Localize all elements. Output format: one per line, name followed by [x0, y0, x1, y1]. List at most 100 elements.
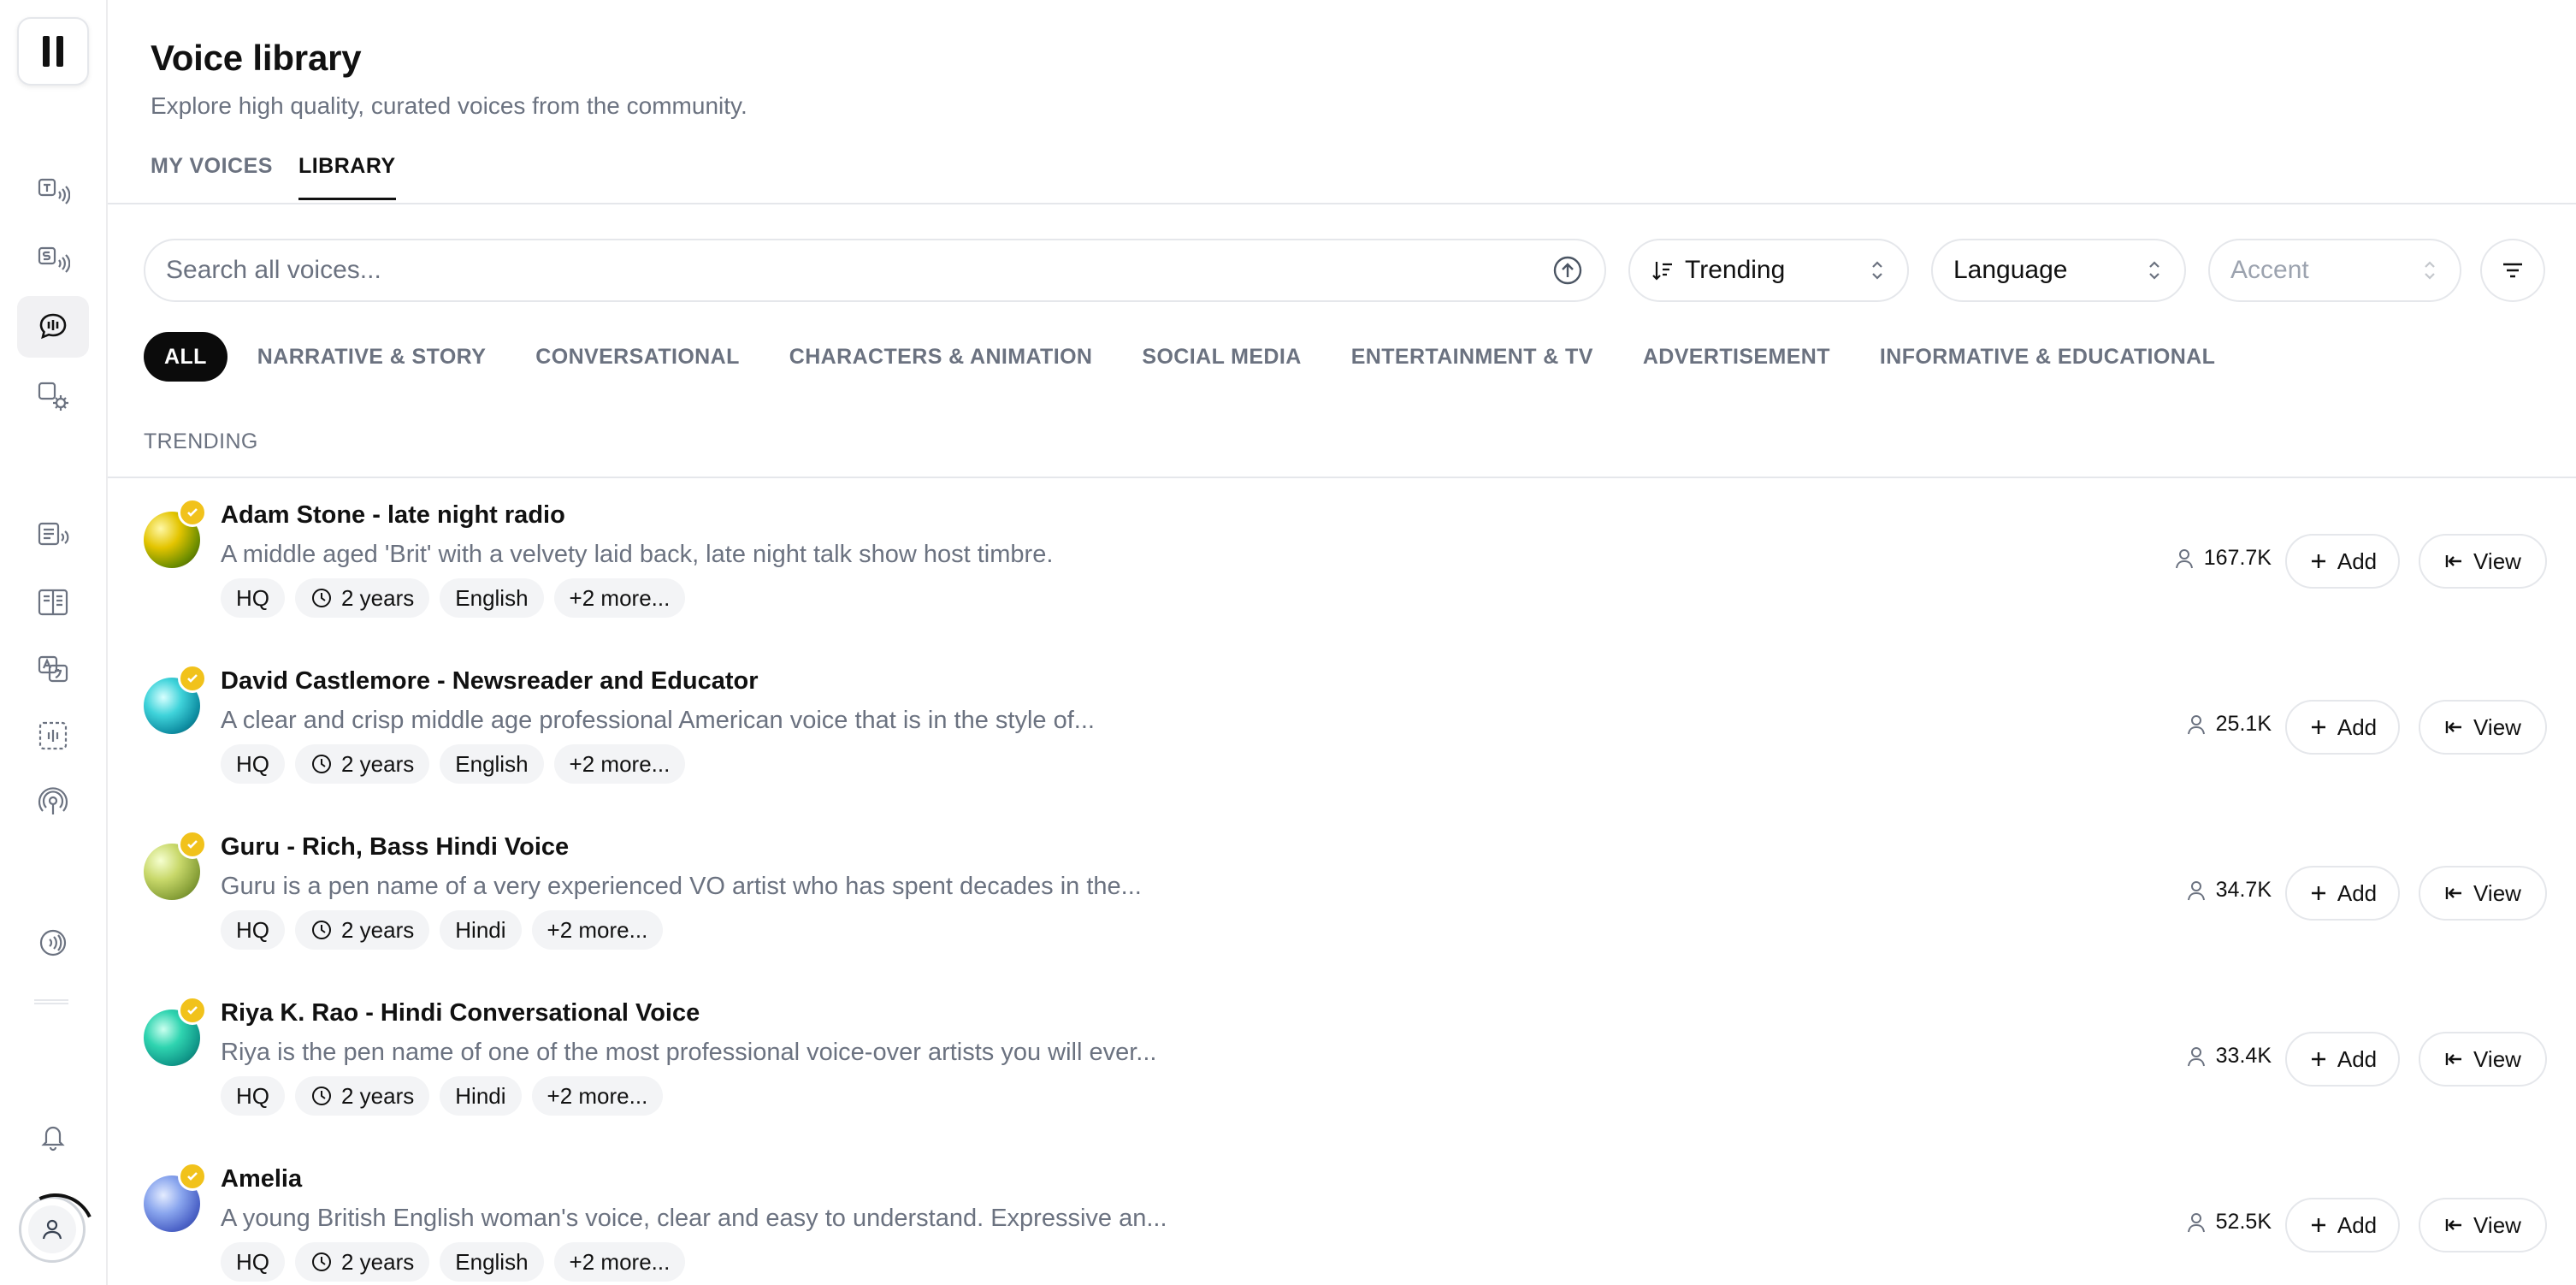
view-label: View — [2473, 1045, 2521, 1072]
add-label: Add — [2337, 548, 2378, 574]
more-tags[interactable]: +2 more... — [531, 910, 664, 950]
projects-icon[interactable] — [17, 505, 89, 566]
tab-library[interactable]: LIBRARY — [298, 154, 396, 200]
age-tag: 2 years — [295, 744, 430, 784]
accent-select[interactable]: Accent — [2208, 239, 2461, 302]
language-tag: English — [440, 1242, 544, 1282]
add-label: Add — [2337, 714, 2378, 740]
add-voice-button[interactable]: Add — [2285, 1032, 2400, 1087]
usage-count-value: 25.1K — [2215, 712, 2272, 736]
quality-tag: HQ — [221, 744, 285, 784]
usage-count-value: 33.4K — [2215, 1044, 2272, 1068]
tab-my-voices[interactable]: MY VOICES — [151, 154, 273, 200]
voice-isolator-icon[interactable] — [17, 705, 89, 767]
section-divider — [108, 477, 2576, 478]
view-voice-button[interactable]: View — [2419, 1032, 2547, 1087]
view-label: View — [2473, 879, 2521, 906]
dubbing-icon[interactable] — [17, 638, 89, 700]
voice-row[interactable]: Amelia A young British English woman's v… — [144, 1150, 2547, 1285]
app-logo[interactable] — [17, 17, 89, 86]
view-voice-button[interactable]: View — [2419, 534, 2547, 589]
section-label: TRENDING — [144, 429, 258, 453]
quality-tag: HQ — [221, 910, 285, 950]
voice-tags: HQ 2 years English +2 more... — [221, 1242, 686, 1282]
add-voice-button[interactable]: Add — [2285, 534, 2400, 589]
category-entertainment-tv[interactable]: ENTERTAINMENT & TV — [1326, 332, 1618, 382]
view-voice-button[interactable]: View — [2419, 1198, 2547, 1252]
chevron-updown-icon — [2425, 261, 2435, 280]
open-panel-icon — [2445, 1053, 2462, 1065]
user-icon — [2187, 714, 2205, 734]
voice-description: A middle aged 'Brit' with a velvety laid… — [221, 541, 1054, 568]
podcast-icon[interactable] — [17, 772, 89, 833]
category-narrative-story[interactable]: NARRATIVE & STORY — [233, 332, 511, 382]
language-tag: Hindi — [440, 910, 522, 950]
add-voice-button[interactable]: Add — [2285, 1198, 2400, 1252]
language-tag: English — [440, 744, 544, 784]
user-icon — [42, 1219, 62, 1240]
usage-count: 25.1K — [2169, 712, 2272, 737]
sort-select[interactable]: Trending — [1628, 239, 1909, 302]
view-voice-button[interactable]: View — [2419, 700, 2547, 755]
clock-icon — [312, 755, 331, 773]
category-conversational[interactable]: CONVERSATIONAL — [511, 332, 764, 382]
more-tags[interactable]: +2 more... — [531, 1076, 664, 1116]
voice-name[interactable]: Guru - Rich, Bass Hindi Voice — [221, 833, 569, 862]
voice-row[interactable]: Adam Stone - late night radio A middle a… — [144, 486, 2547, 652]
voice-tags: HQ 2 years Hindi +2 more... — [221, 910, 664, 950]
language-tag: Hindi — [440, 1076, 522, 1116]
voice-name[interactable]: Adam Stone - late night radio — [221, 501, 565, 530]
clock-icon — [312, 589, 331, 607]
view-tabs: MY VOICES LIBRARY — [151, 154, 396, 200]
notifications-icon[interactable] — [17, 1105, 89, 1167]
voice-description: A young British English woman's voice, c… — [221, 1205, 1167, 1232]
more-tags[interactable]: +2 more... — [553, 1242, 686, 1282]
add-voice-button[interactable]: Add — [2285, 700, 2400, 755]
text-to-speech-icon[interactable] — [17, 161, 89, 222]
voice-row[interactable]: David Castlemore - Newsreader and Educat… — [144, 652, 2547, 818]
more-tags[interactable]: +2 more... — [553, 578, 686, 618]
speech-to-speech-icon[interactable] — [17, 229, 89, 291]
clock-icon — [312, 1087, 331, 1105]
voice-name[interactable]: Amelia — [221, 1165, 302, 1193]
open-panel-icon — [2445, 1219, 2462, 1231]
category-chips: ALL NARRATIVE & STORY CONVERSATIONAL CHA… — [144, 332, 2240, 382]
accent-value: Accent — [2230, 256, 2309, 284]
age-tag-label: 2 years — [341, 1249, 415, 1275]
upload-audio-icon[interactable] — [1551, 254, 1584, 287]
voice-settings-icon[interactable] — [17, 364, 89, 426]
category-all[interactable]: ALL — [144, 332, 227, 382]
audiobook-icon[interactable] — [17, 571, 89, 633]
view-label: View — [2473, 1211, 2521, 1238]
voices-icon[interactable] — [17, 296, 89, 358]
plus-icon — [2311, 554, 2325, 568]
category-informative-educational[interactable]: INFORMATIVE & EDUCATIONAL — [1855, 332, 2240, 382]
more-filters-button[interactable] — [2480, 239, 2545, 302]
search-input[interactable] — [166, 256, 1551, 285]
usage-count-value: 52.5K — [2215, 1210, 2272, 1234]
language-value: Language — [1953, 256, 2068, 284]
clock-icon — [312, 921, 331, 939]
open-panel-icon — [2445, 887, 2462, 899]
more-tags[interactable]: +2 more... — [553, 744, 686, 784]
add-voice-button[interactable]: Add — [2285, 866, 2400, 921]
user-avatar[interactable] — [19, 1196, 86, 1263]
category-advertisement[interactable]: ADVERTISEMENT — [1618, 332, 1855, 382]
view-voice-button[interactable]: View — [2419, 866, 2547, 921]
voice-row[interactable]: Guru - Rich, Bass Hindi Voice Guru is a … — [144, 818, 2547, 984]
age-tag: 2 years — [295, 1076, 430, 1116]
audio-native-icon[interactable] — [17, 912, 89, 974]
language-select[interactable]: Language — [1931, 239, 2186, 302]
quality-tag: HQ — [221, 1242, 285, 1282]
plus-icon — [2311, 1218, 2325, 1232]
voice-name[interactable]: David Castlemore - Newsreader and Educat… — [221, 667, 759, 696]
voice-description: A clear and crisp middle age professiona… — [221, 707, 1095, 734]
verified-badge-icon — [178, 830, 207, 859]
voice-name[interactable]: Riya K. Rao - Hindi Conversational Voice — [221, 999, 700, 1027]
verified-badge-icon — [178, 664, 207, 693]
category-characters-animation[interactable]: CHARACTERS & ANIMATION — [765, 332, 1118, 382]
category-social-media[interactable]: SOCIAL MEDIA — [1117, 332, 1326, 382]
add-label: Add — [2337, 1045, 2378, 1072]
voice-row[interactable]: Riya K. Rao - Hindi Conversational Voice… — [144, 984, 2547, 1150]
age-tag: 2 years — [295, 578, 430, 618]
